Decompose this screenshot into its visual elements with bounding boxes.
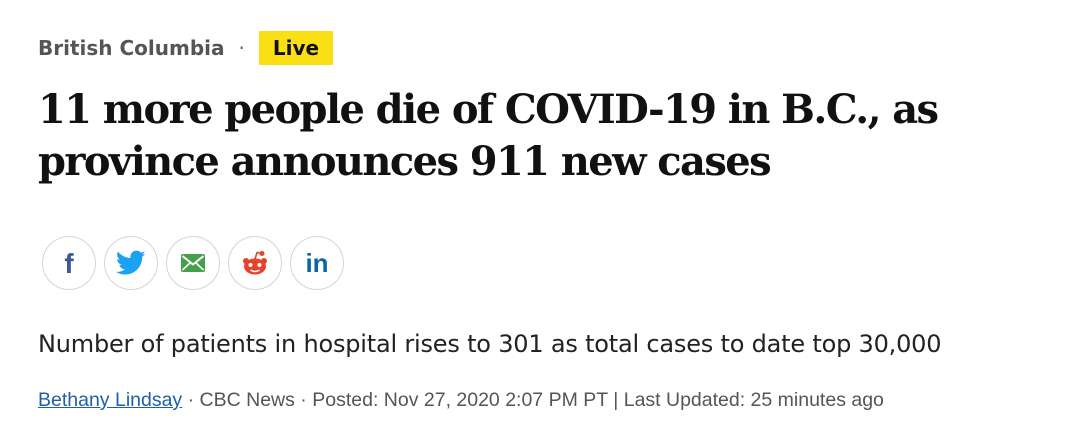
share-email-button[interactable] [166,236,220,290]
source-name: CBC News [199,389,295,411]
byline-separator: · [294,389,313,411]
headline: 11 more people die of COVID-19 in B.C., … [38,86,939,185]
kicker-separator: · [238,36,245,60]
updated-timestamp: Last Updated: 25 minutes ago [623,389,884,411]
svg-text:in: in [305,249,328,277]
facebook-icon: f [64,248,74,278]
byline-divider: | [607,389,624,411]
share-facebook-button[interactable]: f [42,236,96,290]
kicker: British Columbia · Live [38,31,334,65]
byline-separator: · [182,389,200,411]
share-linkedin-button[interactable]: in [290,236,344,290]
author-link[interactable]: Bethany Lindsay [38,389,182,411]
posted-timestamp: Posted: Nov 27, 2020 2:07 PM PT [312,389,608,411]
section-link[interactable]: British Columbia [38,36,225,60]
byline: Bethany Lindsay · CBC News · Posted: Nov… [38,389,884,412]
share-reddit-button[interactable] [228,236,282,290]
email-icon [181,254,205,272]
svg-text:f: f [64,248,74,278]
share-bar: f in [42,236,344,290]
reddit-icon [243,251,267,275]
live-badge: Live [258,31,334,65]
share-twitter-button[interactable] [104,236,158,290]
article-deck: Number of patients in hospital rises to … [38,330,942,358]
twitter-icon [116,250,146,275]
linkedin-icon: in [305,249,328,277]
